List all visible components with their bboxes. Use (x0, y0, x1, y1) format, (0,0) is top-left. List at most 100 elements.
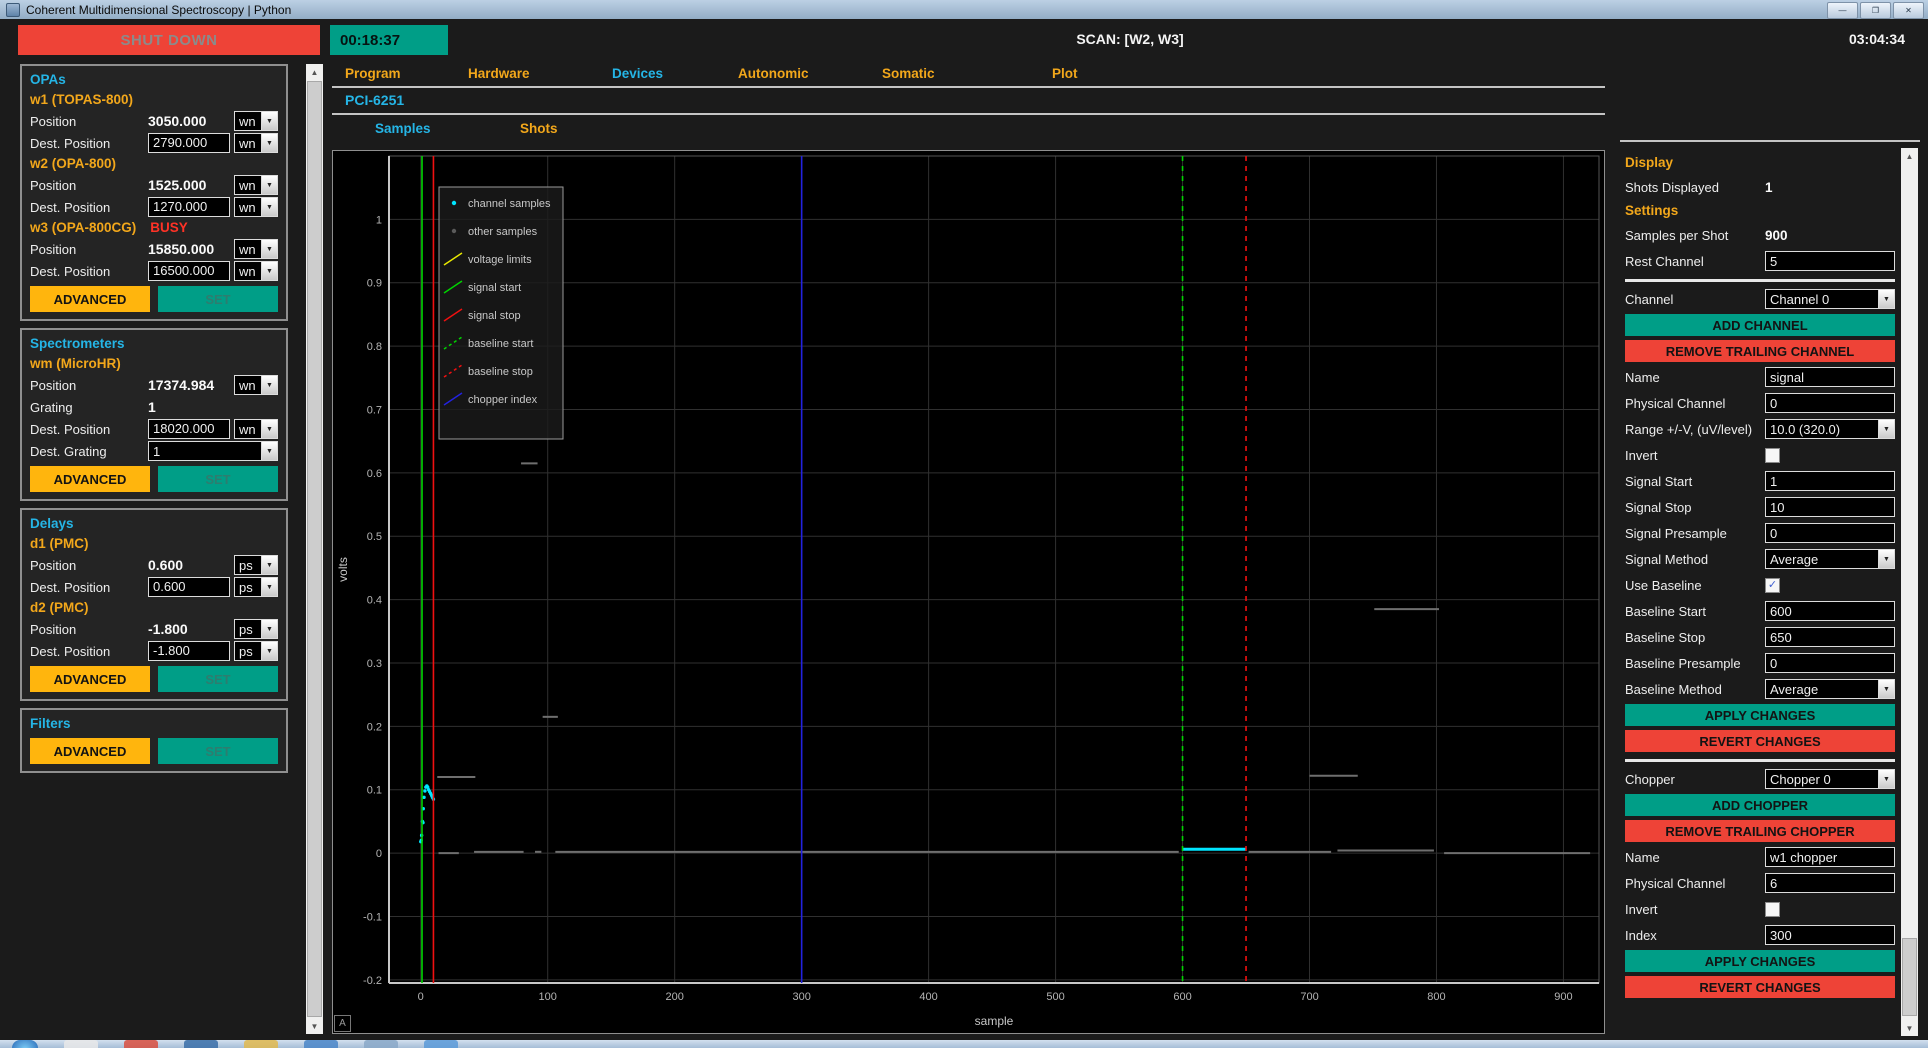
units-select[interactable]: wn▼ (234, 239, 278, 259)
signal-start-input[interactable] (1765, 471, 1895, 491)
menu-item-plot[interactable]: Plot (1052, 66, 1078, 81)
chevron-down-icon[interactable]: ▼ (261, 176, 277, 194)
chevron-down-icon[interactable]: ▼ (261, 556, 277, 574)
chevron-down-icon[interactable]: ▼ (261, 376, 277, 394)
revert-changes-button[interactable]: REVERT CHANGES (1625, 976, 1895, 998)
menu-item-hardware[interactable]: Hardware (468, 66, 530, 81)
chevron-down-icon[interactable]: ▼ (261, 578, 277, 596)
chevron-down-icon[interactable]: ▼ (261, 620, 277, 638)
dest-position-input[interactable] (148, 641, 230, 661)
chevron-down-icon[interactable]: ▼ (1878, 680, 1894, 698)
units-select[interactable]: ps▼ (234, 619, 278, 639)
advanced-button[interactable]: ADVANCED (30, 286, 150, 312)
auto-range-button[interactable]: A (334, 1015, 351, 1032)
signal-presample-input[interactable] (1765, 523, 1895, 543)
close-button[interactable]: ✕ (1893, 2, 1924, 19)
dest-position-input[interactable] (148, 261, 230, 281)
taskbar-app-icon[interactable] (304, 1040, 338, 1048)
chevron-down-icon[interactable]: ▼ (261, 262, 277, 280)
dest-position-input[interactable] (148, 197, 230, 217)
shut-down-button[interactable]: SHUT DOWN (18, 25, 320, 55)
chevron-down-icon[interactable]: ▼ (1878, 550, 1894, 568)
advanced-button[interactable]: ADVANCED (30, 738, 150, 764)
menu-item-devices[interactable]: Devices (612, 66, 663, 81)
menu-item-somatic[interactable]: Somatic (882, 66, 935, 81)
baseline-method-select[interactable]: Average▼ (1765, 679, 1895, 699)
physical-channel-input[interactable] (1765, 873, 1895, 893)
plot-canvas[interactable]: 0100200300400500600700800900-0.2-0.100.1… (333, 151, 1604, 1033)
dest-grating-select[interactable]: 1▼ (148, 441, 278, 461)
taskbar-app-icon[interactable] (184, 1040, 218, 1048)
index-input[interactable] (1765, 925, 1895, 945)
baseline-stop-input[interactable] (1765, 627, 1895, 647)
remove-trailing-chopper-button[interactable]: REMOVE TRAILING CHOPPER (1625, 820, 1895, 842)
tab-samples[interactable]: Samples (375, 121, 431, 136)
use-baseline-checkbox[interactable]: ✓ (1765, 578, 1780, 593)
menu-item-autonomic[interactable]: Autonomic (738, 66, 809, 81)
dest-position-input[interactable] (148, 419, 230, 439)
units-select[interactable]: ps▼ (234, 555, 278, 575)
chevron-down-icon[interactable]: ▼ (261, 642, 277, 660)
units-select[interactable]: wn▼ (234, 175, 278, 195)
set-button[interactable]: SET (158, 666, 278, 692)
range-v-uv-level-select[interactable]: 10.0 (320.0)▼ (1765, 419, 1895, 439)
invert-checkbox[interactable] (1765, 448, 1780, 463)
scroll-up-icon[interactable]: ▲ (1901, 148, 1918, 164)
signal-stop-input[interactable] (1765, 497, 1895, 517)
scroll-down-icon[interactable]: ▼ (1901, 1020, 1918, 1036)
advanced-button[interactable]: ADVANCED (30, 466, 150, 492)
add-channel-button[interactable]: ADD CHANNEL (1625, 314, 1895, 336)
chevron-down-icon[interactable]: ▼ (1878, 290, 1894, 308)
baseline-presample-input[interactable] (1765, 653, 1895, 673)
taskbar-app-icon[interactable] (124, 1040, 158, 1048)
name-input[interactable] (1765, 367, 1895, 387)
chopper-select[interactable]: Chopper 0▼ (1765, 769, 1895, 789)
chevron-down-icon[interactable]: ▼ (261, 198, 277, 216)
taskbar-app-icon[interactable] (424, 1040, 458, 1048)
add-chopper-button[interactable]: ADD CHOPPER (1625, 794, 1895, 816)
units-select[interactable]: wn▼ (234, 375, 278, 395)
dest-position-input[interactable] (148, 577, 230, 597)
name-input[interactable] (1765, 847, 1895, 867)
chevron-down-icon[interactable]: ▼ (261, 420, 277, 438)
chevron-down-icon[interactable]: ▼ (1878, 770, 1894, 788)
right-scrollbar[interactable]: ▲ ▼ (1901, 148, 1918, 1036)
scrollbar-thumb[interactable] (1902, 938, 1917, 1016)
units-select[interactable]: wn▼ (234, 197, 278, 217)
taskbar-app-icon[interactable] (364, 1040, 398, 1048)
set-button[interactable]: SET (158, 738, 278, 764)
remove-trailing-channel-button[interactable]: REMOVE TRAILING CHANNEL (1625, 340, 1895, 362)
scroll-down-icon[interactable]: ▼ (306, 1018, 323, 1034)
taskbar[interactable] (0, 1040, 1928, 1048)
restore-button[interactable]: ❐ (1860, 2, 1891, 19)
taskbar-app-icon[interactable] (244, 1040, 278, 1048)
units-select[interactable]: wn▼ (234, 419, 278, 439)
invert-checkbox[interactable] (1765, 902, 1780, 917)
revert-changes-button[interactable]: REVERT CHANGES (1625, 730, 1895, 752)
apply-changes-button[interactable]: APPLY CHANGES (1625, 704, 1895, 726)
set-button[interactable]: SET (158, 286, 278, 312)
apply-changes-button[interactable]: APPLY CHANGES (1625, 950, 1895, 972)
menu-item-program[interactable]: Program (345, 66, 401, 81)
set-button[interactable]: SET (158, 466, 278, 492)
scrollbar-thumb[interactable] (307, 81, 322, 1017)
units-select[interactable]: ps▼ (234, 641, 278, 661)
physical-channel-input[interactable] (1765, 393, 1895, 413)
advanced-button[interactable]: ADVANCED (30, 666, 150, 692)
units-select[interactable]: ps▼ (234, 577, 278, 597)
units-select[interactable]: wn▼ (234, 261, 278, 281)
field-row: Baseline Start (1625, 598, 1895, 624)
baseline-start-input[interactable] (1765, 601, 1895, 621)
tab-shots[interactable]: Shots (520, 121, 558, 136)
taskbar-app-icon[interactable] (64, 1040, 98, 1048)
minimize-button[interactable]: — (1827, 2, 1858, 19)
start-orb-icon[interactable] (12, 1040, 38, 1048)
channel-select[interactable]: Channel 0▼ (1765, 289, 1895, 309)
rest-channel-input[interactable] (1765, 251, 1895, 271)
chevron-down-icon[interactable]: ▼ (1878, 420, 1894, 438)
samples-plot[interactable]: 0100200300400500600700800900-0.2-0.100.1… (332, 150, 1605, 1034)
chevron-down-icon[interactable]: ▼ (261, 240, 277, 258)
signal-method-select[interactable]: Average▼ (1765, 549, 1895, 569)
left-scrollbar[interactable]: ▲ ▼ (306, 64, 323, 1034)
chevron-down-icon[interactable]: ▼ (261, 442, 277, 460)
